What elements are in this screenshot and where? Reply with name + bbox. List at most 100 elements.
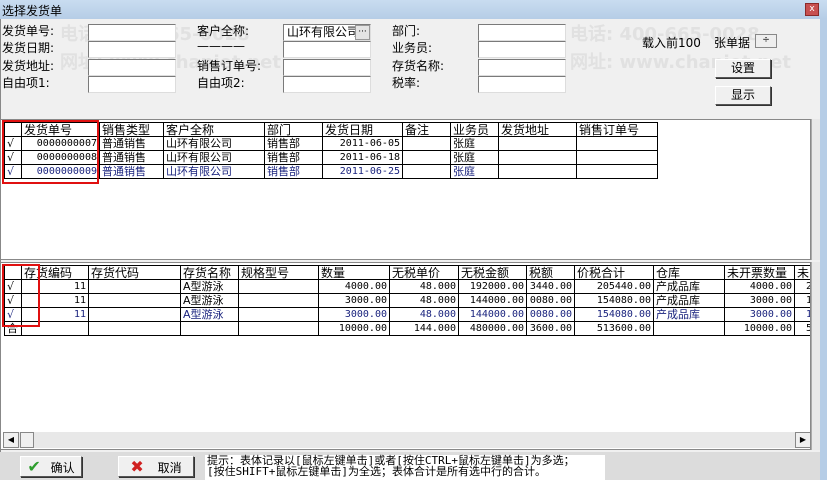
label-sales-order: 销售订单号: [197,59,262,73]
show-button[interactable]: 显示 [715,86,771,105]
row-checkbox[interactable]: √ [4,307,22,322]
table-row[interactable]: √ 0000000008 普通销售 山环有限公司 销售部 2011-06-18 张庭 [4,150,658,165]
cancel-label: 取消 [157,461,182,475]
confirm-button[interactable]: ✔ 确认 [20,456,82,477]
browse-button[interactable]: ··· [355,25,370,40]
label-separator: ———— [197,39,245,53]
inventory-detail-grid: 存货编码 存货代码 存货名称 规格型号 数量 无税单价 无税金额 税额 价税合计 仓库 未开票数量未… [0,262,811,450]
free1-input[interactable] [88,76,176,93]
customer-to-input[interactable] [283,41,371,58]
table-cell: 11 [21,307,89,322]
customer-input[interactable]: 山环有限公司 ··· [283,24,371,41]
table-cell: 144000.00 [458,293,527,308]
table-cell [498,164,577,179]
table-cell: 未开票数量 [724,265,795,280]
table-cell: 3000.00 [318,307,390,322]
inventory-name-input[interactable] [478,59,566,76]
table-cell: 张庭 [450,136,499,151]
table-cell: 192000.00 [458,279,527,294]
table-cell: 普通销售 [99,136,164,151]
scroll-thumb[interactable] [20,432,34,448]
table-cell: 张庭 [450,164,499,179]
settings-button[interactable]: 设置 [715,59,771,78]
checkmark-icon: ✔ [27,457,41,476]
table-cell: 普通销售 [99,150,164,165]
tax-rate-input[interactable] [478,76,566,93]
table-cell: 销售类型 [99,122,164,137]
table-cell [238,293,319,308]
table-cell: 销售部 [264,136,323,151]
table-cell: 10000.00 [318,321,390,336]
row-checkbox[interactable]: √ [4,136,22,151]
table-cell: 2011-06-05 [322,136,403,151]
ship-no-input[interactable] [88,24,176,41]
scroll-left-button[interactable]: ◀ [3,432,19,448]
free2-input[interactable] [283,76,371,93]
table-cell: 0000000009 [21,164,100,179]
load-unit-label: 张单据 [714,36,751,50]
window-border [820,19,827,480]
table-cell [576,164,658,179]
ship-date-input[interactable] [88,41,176,58]
table-cell: 4000.00 [318,279,390,294]
lower-vertical-scrollbar[interactable] [811,262,820,450]
table-cell: 4000.00 [724,279,795,294]
label-ship-no: 发货单号: [2,24,55,38]
table-cell [576,150,658,165]
upper-vertical-scrollbar[interactable] [811,119,820,260]
cancel-button[interactable]: ✖ 取消 [118,456,194,477]
table-cell: 客户全称 [163,122,265,137]
table-cell: 1 [794,307,810,322]
table-cell: 48.000 [389,307,459,322]
table-cell [180,321,239,336]
load-count-spinner[interactable]: ÷ [755,34,777,48]
row-checkbox[interactable]: √ [4,164,22,179]
table-row[interactable]: √ 11 A型游泳 3000.00 48.000 144000.00 0080.00 1540… [4,293,810,308]
table-cell [4,122,22,137]
row-checkbox[interactable]: √ [4,150,22,165]
table-cell: 480000.00 [458,321,527,336]
table-cell: 产成品库 [653,293,725,308]
table-row[interactable]: √ 0000000007 普通销售 山环有限公司 销售部 2011-06-05 张庭 [4,136,658,151]
inventory-table: 存货编码 存货代码 存货名称 规格型号 数量 无税单价 无税金额 税额 价税合计 仓库 未开票数量未… [4,265,810,336]
row-checkbox[interactable]: √ [4,293,22,308]
table-cell: 产成品库 [653,307,725,322]
table-row[interactable]: √ 11 A型游泳 3000.00 48.000 144000.00 0080.00 1540… [4,307,810,322]
row-checkbox[interactable]: √ [4,279,22,294]
table-cell [88,307,181,322]
table-cell: 张庭 [450,150,499,165]
table-cell: 3000.00 [318,293,390,308]
table-cell: 154080.00 [574,307,654,322]
table-cell: 数量 [318,265,390,280]
ship-address-input[interactable] [88,59,176,76]
customer-value: 山环有限公司 [287,25,360,39]
label-ship-date: 发货日期: [2,41,55,55]
table-cell: 山环有限公司 [163,164,265,179]
table-cell [238,321,319,336]
table-cell: 11 [21,293,89,308]
label-free1: 自由项1: [2,76,50,90]
department-input[interactable] [478,24,566,41]
table-cell: 1 [794,293,810,308]
sales-order-input[interactable] [283,59,371,76]
label-department: 部门: [392,24,421,38]
salesperson-input[interactable] [478,41,566,58]
label-ship-address: 发货地址: [2,59,55,73]
table-cell [402,164,451,179]
table-cell: 价税合计 [574,265,654,280]
table-row[interactable]: √ 0000000009 普通销售 山环有限公司 销售部 2011-06-25 张庭 [4,164,658,179]
table-row[interactable]: √ 11 A型游泳 4000.00 48.000 192000.00 3440.00 2054… [4,279,810,294]
table-cell: 普通销售 [99,164,164,179]
close-button[interactable]: x [805,3,819,16]
label-tax-rate: 税率: [392,76,421,90]
label-salesperson: 业务员: [392,41,433,55]
table-cell [402,136,451,151]
table-cell: 销售订单号 [576,122,658,137]
table-cell: 无税金额 [458,265,527,280]
title-bar: 选择发货单 x [0,0,827,19]
scroll-right-button[interactable]: ▶ [795,432,811,448]
table-cell [238,279,319,294]
horizontal-scrollbar[interactable]: ◀ ▶ [3,432,811,448]
table-cell: 销售部 [264,164,323,179]
table-cell: 3600.00 [526,321,575,336]
